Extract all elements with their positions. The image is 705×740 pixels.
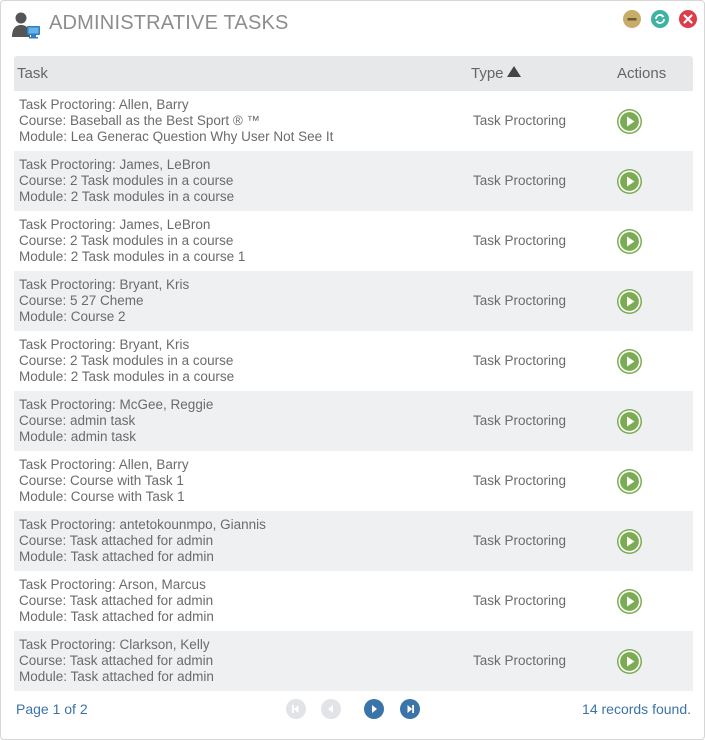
- task-cell: Task Proctoring: Clarkson, Kelly Course: …: [19, 637, 214, 685]
- task-line1: Task Proctoring: Allen, Barry: [19, 97, 189, 112]
- task-line1: Task Proctoring: Bryant, Kris: [19, 337, 190, 352]
- type-cell: Task Proctoring: [473, 473, 567, 488]
- panel-title: ADMINISTRATIVE TASKS: [49, 12, 289, 34]
- type-cell: Task Proctoring: [473, 353, 567, 368]
- table-row: Task Proctoring: James, LeBron Course: 2 …: [14, 151, 693, 211]
- task-line1: Task Proctoring: James, LeBron: [19, 217, 211, 232]
- task-cell: Task Proctoring: Bryant, Kris Course: 5 2…: [19, 277, 189, 325]
- minimize-icon[interactable]: [623, 10, 641, 28]
- next-page-icon[interactable]: [364, 699, 384, 719]
- last-page-icon[interactable]: [400, 699, 420, 719]
- task-line2: Course: 2 Task modules in a course: [19, 233, 234, 248]
- task-cell: Task Proctoring: Bryant, Kris Course: 2 T…: [19, 337, 234, 385]
- task-line3: Module: 2 Task modules in a course: [19, 369, 235, 384]
- column-header-task[interactable]: Task: [17, 65, 48, 82]
- table-row: Task Proctoring: Allen, Barry Course: Cou…: [14, 451, 693, 511]
- table-footer: Page 1 of 2 14 records found.: [1, 691, 704, 727]
- administrative-tasks-panel: ADMINISTRATIVE TASKS Task Type Actions T…: [0, 0, 705, 740]
- task-line2: Course: Task attached for admin: [19, 653, 214, 668]
- sort-asc-triangle-icon: [506, 64, 521, 81]
- prev-page-icon[interactable]: [321, 699, 341, 719]
- play-icon[interactable]: [617, 469, 642, 494]
- task-line2: Course: Task attached for admin: [19, 593, 214, 608]
- task-line3: Module: Task attached for admin: [19, 669, 214, 684]
- task-cell: Task Proctoring: James, LeBron Course: 2 …: [19, 157, 234, 205]
- play-icon[interactable]: [617, 109, 642, 134]
- task-cell: Task Proctoring: James, LeBron Course: 2 …: [19, 217, 245, 265]
- task-line2: Course: Task attached for admin: [19, 533, 214, 548]
- type-cell: Task Proctoring: [473, 593, 567, 608]
- task-cell: Task Proctoring: Allen, Barry Course: Bas…: [19, 97, 333, 145]
- records-count: 14 records found.: [582, 701, 691, 717]
- type-cell: Task Proctoring: [473, 113, 567, 128]
- task-line1: Task Proctoring: antetokounmpo, Giannis: [19, 517, 266, 532]
- task-cell: Task Proctoring: antetokounmpo, Giannis C…: [19, 517, 266, 565]
- play-icon[interactable]: [617, 589, 642, 614]
- task-line2: Course: admin task: [19, 413, 136, 428]
- task-line1: Task Proctoring: Bryant, Kris: [19, 277, 190, 292]
- play-icon[interactable]: [617, 349, 642, 374]
- type-cell: Task Proctoring: [473, 233, 567, 248]
- play-icon[interactable]: [617, 229, 642, 254]
- tasks-table: Task Type Actions Task Proctoring: Allen…: [14, 56, 693, 691]
- play-icon[interactable]: [617, 169, 642, 194]
- close-icon[interactable]: [679, 10, 697, 28]
- task-line1: Task Proctoring: James, LeBron: [19, 157, 211, 172]
- task-line2: Course: Course with Task 1: [19, 473, 184, 488]
- task-cell: Task Proctoring: Allen, Barry Course: Cou…: [19, 457, 189, 505]
- task-line3: Module: Lea Generac Question Why User No…: [19, 129, 334, 144]
- type-cell: Task Proctoring: [473, 653, 567, 668]
- task-line1: Task Proctoring: Arson, Marcus: [19, 577, 206, 592]
- column-header-type[interactable]: Type: [471, 65, 521, 82]
- task-cell: Task Proctoring: McGee, Reggie Course: ad…: [19, 397, 213, 445]
- play-icon[interactable]: [617, 409, 642, 434]
- table-row: Task Proctoring: Allen, Barry Course: Bas…: [14, 91, 693, 151]
- task-line3: Module: admin task: [19, 429, 137, 444]
- column-header-type-label: Type: [471, 65, 504, 82]
- task-line3: Module: Course 2: [19, 309, 126, 324]
- table-row: Task Proctoring: Arson, Marcus Course: Ta…: [14, 571, 693, 631]
- table-row: Task Proctoring: James, LeBron Course: 2 …: [14, 211, 693, 271]
- play-icon[interactable]: [617, 289, 642, 314]
- task-cell: Task Proctoring: Arson, Marcus Course: Ta…: [19, 577, 214, 625]
- type-cell: Task Proctoring: [473, 293, 567, 308]
- task-line2: Course: Baseball as the Best Sport ® ™: [19, 113, 261, 128]
- table-row: Task Proctoring: antetokounmpo, Giannis C…: [14, 511, 693, 571]
- admin-user-computer-icon: [11, 11, 41, 39]
- table-body: Task Proctoring: Allen, Barry Course: Bas…: [14, 91, 693, 691]
- task-line3: Module: 2 Task modules in a course: [19, 189, 235, 204]
- table-row: Task Proctoring: Bryant, Kris Course: 2 T…: [14, 331, 693, 391]
- play-icon[interactable]: [617, 649, 642, 674]
- panel-header: ADMINISTRATIVE TASKS: [1, 1, 704, 47]
- page-info: Page 1 of 2: [16, 701, 88, 717]
- task-line3: Module: Task attached for admin: [19, 549, 214, 564]
- refresh-icon[interactable]: [651, 10, 669, 28]
- table-row: Task Proctoring: Clarkson, Kelly Course: …: [14, 631, 693, 691]
- task-line1: Task Proctoring: Allen, Barry: [19, 457, 189, 472]
- play-icon[interactable]: [617, 529, 642, 554]
- type-cell: Task Proctoring: [473, 173, 567, 188]
- table-header: Task Type Actions: [14, 56, 693, 91]
- task-line3: Module: Task attached for admin: [19, 609, 214, 624]
- task-line3: Module: Course with Task 1: [19, 489, 185, 504]
- task-line3: Module: 2 Task modules in a course 1: [19, 249, 246, 264]
- column-header-actions: Actions: [617, 65, 667, 82]
- task-line2: Course: 5 27 Cheme: [19, 293, 144, 308]
- task-line1: Task Proctoring: McGee, Reggie: [19, 397, 214, 412]
- table-row: Task Proctoring: Bryant, Kris Course: 5 2…: [14, 271, 693, 331]
- task-line2: Course: 2 Task modules in a course: [19, 353, 234, 368]
- first-page-icon[interactable]: [286, 699, 306, 719]
- table-row: Task Proctoring: McGee, Reggie Course: ad…: [14, 391, 693, 451]
- task-line1: Task Proctoring: Clarkson, Kelly: [19, 637, 210, 652]
- type-cell: Task Proctoring: [473, 533, 567, 548]
- type-cell: Task Proctoring: [473, 413, 567, 428]
- task-line2: Course: 2 Task modules in a course: [19, 173, 234, 188]
